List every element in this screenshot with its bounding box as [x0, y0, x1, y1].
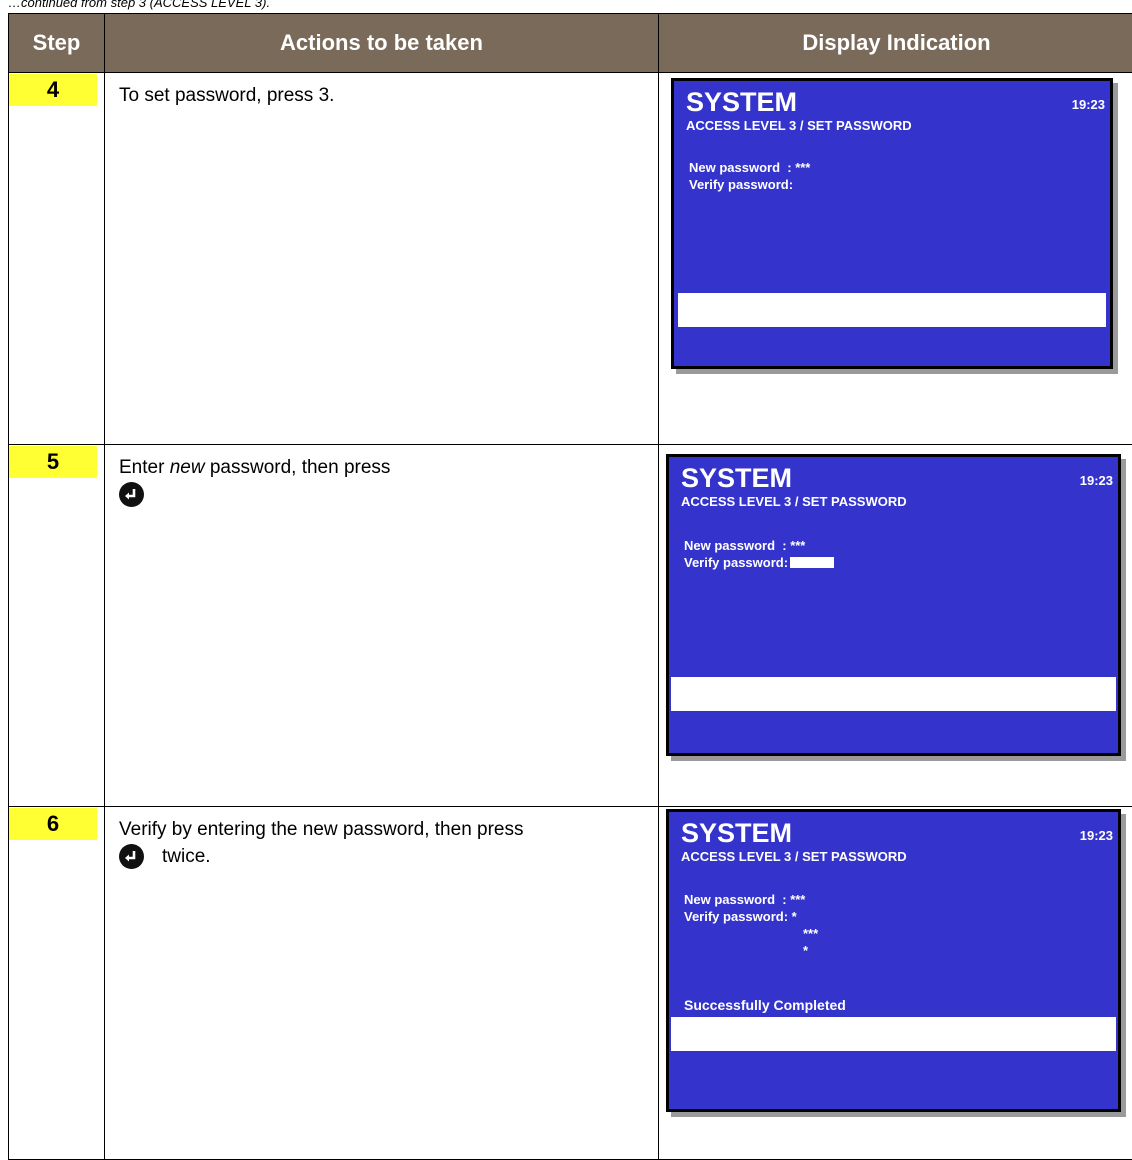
header-display: Display Indication	[659, 14, 1132, 73]
action-text-part: Enter	[119, 457, 170, 478]
step-number: 4	[9, 74, 97, 106]
action-text-part: Verify by entering the new password, the…	[119, 819, 524, 840]
step-cell: 4	[9, 73, 105, 445]
enter-key-icon	[119, 844, 144, 869]
table-row: 4 To set password, press 3. SYSTEM 19:23…	[9, 73, 1132, 445]
header-actions: Actions to be taken	[105, 14, 659, 73]
verify-password-row: Verify password:	[684, 555, 834, 570]
verify-password-line: *	[803, 943, 808, 958]
verify-password-label: Verify password:	[684, 555, 788, 570]
action-suffix: twice.	[162, 845, 211, 869]
screen-subtitle: ACCESS LEVEL 3 / SET PASSWORD	[681, 849, 907, 864]
display-cell: SYSTEM 19:23 ACCESS LEVEL 3 / SET PASSWO…	[659, 445, 1132, 807]
step-number: 6	[9, 808, 97, 840]
new-password-field: New password : ***	[684, 892, 805, 907]
display-screen: SYSTEM 19:23 ACCESS LEVEL 3 / SET PASSWO…	[671, 78, 1113, 369]
step-cell: 5	[9, 445, 105, 807]
enter-key-icon	[119, 482, 144, 507]
screen-clock: 19:23	[1072, 97, 1105, 112]
table-row: 6 Verify by entering the new password, t…	[9, 807, 1132, 1160]
screen-title: SYSTEM	[686, 87, 797, 117]
action-text-part: password, then press	[205, 457, 391, 478]
new-password-field: New password : ***	[689, 160, 810, 175]
verify-password-line: ***	[803, 926, 818, 941]
table-header-row: Step Actions to be taken Display Indicat…	[9, 14, 1132, 73]
verify-password-field: Verify password:	[689, 177, 793, 192]
screen-clock: 19:23	[1080, 473, 1113, 488]
password-input-cursor[interactable]	[790, 557, 834, 568]
screen-status-bar	[671, 1017, 1116, 1051]
procedure-table: Step Actions to be taken Display Indicat…	[8, 13, 1132, 1160]
action-cell: Verify by entering the new password, the…	[105, 807, 659, 1160]
action-cell: Enter new password, then press	[105, 445, 659, 807]
display-screen: SYSTEM 19:23 ACCESS LEVEL 3 / SET PASSWO…	[666, 454, 1121, 756]
header-step: Step	[9, 14, 105, 73]
action-cell: To set password, press 3.	[105, 73, 659, 445]
display-cell: SYSTEM 19:23 ACCESS LEVEL 3 / SET PASSWO…	[659, 807, 1132, 1160]
action-text: To set password, press 3.	[105, 73, 658, 108]
action-text: Verify by entering the new password, the…	[105, 807, 658, 869]
screen-title: SYSTEM	[681, 818, 792, 848]
continuation-caption: …continued from step 3 (ACCESS LEVEL 3).	[8, 0, 270, 12]
screen-status-bar	[678, 293, 1106, 327]
screen-subtitle: ACCESS LEVEL 3 / SET PASSWORD	[686, 118, 912, 133]
action-text: Enter new password, then press	[105, 445, 658, 507]
step-cell: 6	[9, 807, 105, 1160]
screen-clock: 19:23	[1080, 828, 1113, 843]
display-screen: SYSTEM 19:23 ACCESS LEVEL 3 / SET PASSWO…	[666, 809, 1121, 1112]
action-emphasis: new	[170, 457, 205, 478]
screen-subtitle: ACCESS LEVEL 3 / SET PASSWORD	[681, 494, 907, 509]
screen-title: SYSTEM	[681, 463, 792, 493]
screen-status-bar	[671, 677, 1116, 711]
table-row: 5 Enter new password, then press	[9, 445, 1132, 807]
success-message: Successfully Completed	[684, 997, 846, 1013]
step-number: 5	[9, 446, 97, 478]
verify-password-field: Verify password: *	[684, 909, 797, 924]
display-cell: SYSTEM 19:23 ACCESS LEVEL 3 / SET PASSWO…	[659, 73, 1132, 445]
new-password-field: New password : ***	[684, 538, 805, 553]
